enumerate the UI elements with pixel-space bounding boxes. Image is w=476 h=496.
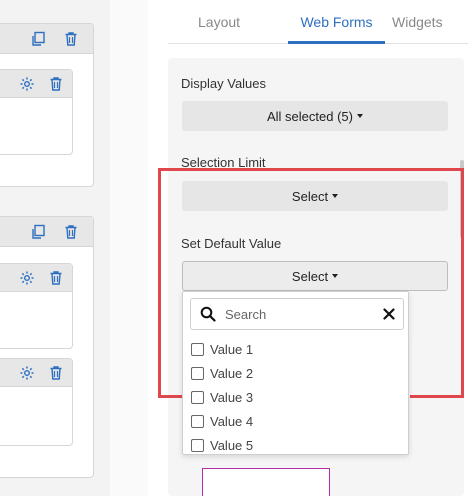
gear-icon[interactable] [18, 269, 36, 287]
selection-limit-value: Select [291, 188, 329, 204]
section-panel[interactable] [0, 216, 94, 478]
close-icon[interactable] [383, 308, 395, 320]
next-field-input[interactable] [202, 468, 330, 496]
trash-icon[interactable] [47, 364, 65, 382]
field-panel[interactable] [0, 69, 73, 155]
option-item[interactable]: Value 1 [191, 337, 391, 361]
selection-limit-select[interactable]: Select [182, 181, 448, 211]
option-label: Value 2 [210, 365, 254, 381]
tab-web-forms[interactable]: Web Forms [288, 14, 385, 30]
display-values-select[interactable]: All selected (5) [182, 101, 448, 131]
checkbox[interactable] [191, 342, 204, 356]
option-list: Value 1 Value 2 Value 3 Value 4 Value 5 [191, 337, 391, 457]
field-header [0, 70, 72, 98]
default-value-dropdown: Value 1 Value 2 Value 3 Value 4 Value 5 [182, 291, 410, 457]
checkbox[interactable] [191, 366, 204, 380]
tab-bar: Layout Web Forms Widgets [168, 0, 468, 44]
option-item[interactable]: Value 2 [191, 361, 391, 385]
tab-layout[interactable]: Layout [198, 14, 240, 30]
trash-icon[interactable] [62, 30, 80, 48]
field-header [0, 359, 72, 387]
option-item[interactable]: Value 4 [191, 409, 391, 433]
trash-icon[interactable] [47, 269, 65, 287]
caret-down-icon [332, 274, 339, 278]
display-values-value: All selected (5) [267, 108, 353, 124]
section-header [0, 217, 93, 247]
active-tab-indicator [288, 41, 385, 44]
option-item[interactable]: Value 3 [191, 385, 391, 409]
copy-icon[interactable] [29, 30, 47, 48]
tab-widgets[interactable]: Widgets [392, 14, 443, 30]
default-value-label: Set Default Value [181, 236, 282, 251]
field-panel[interactable] [0, 358, 73, 446]
form-canvas [0, 0, 110, 496]
gear-icon[interactable] [18, 364, 36, 382]
copy-icon[interactable] [29, 223, 47, 241]
section-header [0, 24, 93, 54]
option-label: Value 5 [210, 437, 254, 453]
field-header [0, 264, 72, 292]
checkbox[interactable] [191, 414, 204, 428]
caret-down-icon [356, 114, 363, 118]
selection-limit-label: Selection Limit [181, 155, 266, 170]
section-panel[interactable] [0, 23, 94, 187]
option-label: Value 4 [210, 413, 254, 429]
search-input[interactable] [225, 304, 375, 324]
dropdown-edge [409, 337, 410, 447]
display-values-label: Display Values [181, 76, 267, 91]
option-item[interactable]: Value 5 [191, 433, 391, 457]
scrollbar[interactable] [460, 160, 464, 238]
option-label: Value 1 [210, 341, 254, 357]
checkbox[interactable] [191, 390, 204, 404]
field-panel[interactable] [0, 263, 73, 349]
trash-icon[interactable] [47, 75, 65, 93]
default-value-select[interactable]: Select [182, 261, 448, 291]
gear-icon[interactable] [18, 75, 36, 93]
option-label: Value 3 [210, 389, 254, 405]
panel-divider [110, 0, 148, 496]
dropdown-search[interactable] [190, 298, 404, 330]
search-icon [200, 306, 216, 322]
trash-icon[interactable] [62, 223, 80, 241]
caret-down-icon [332, 194, 339, 198]
default-value-value: Select [291, 268, 329, 284]
checkbox[interactable] [191, 438, 204, 452]
